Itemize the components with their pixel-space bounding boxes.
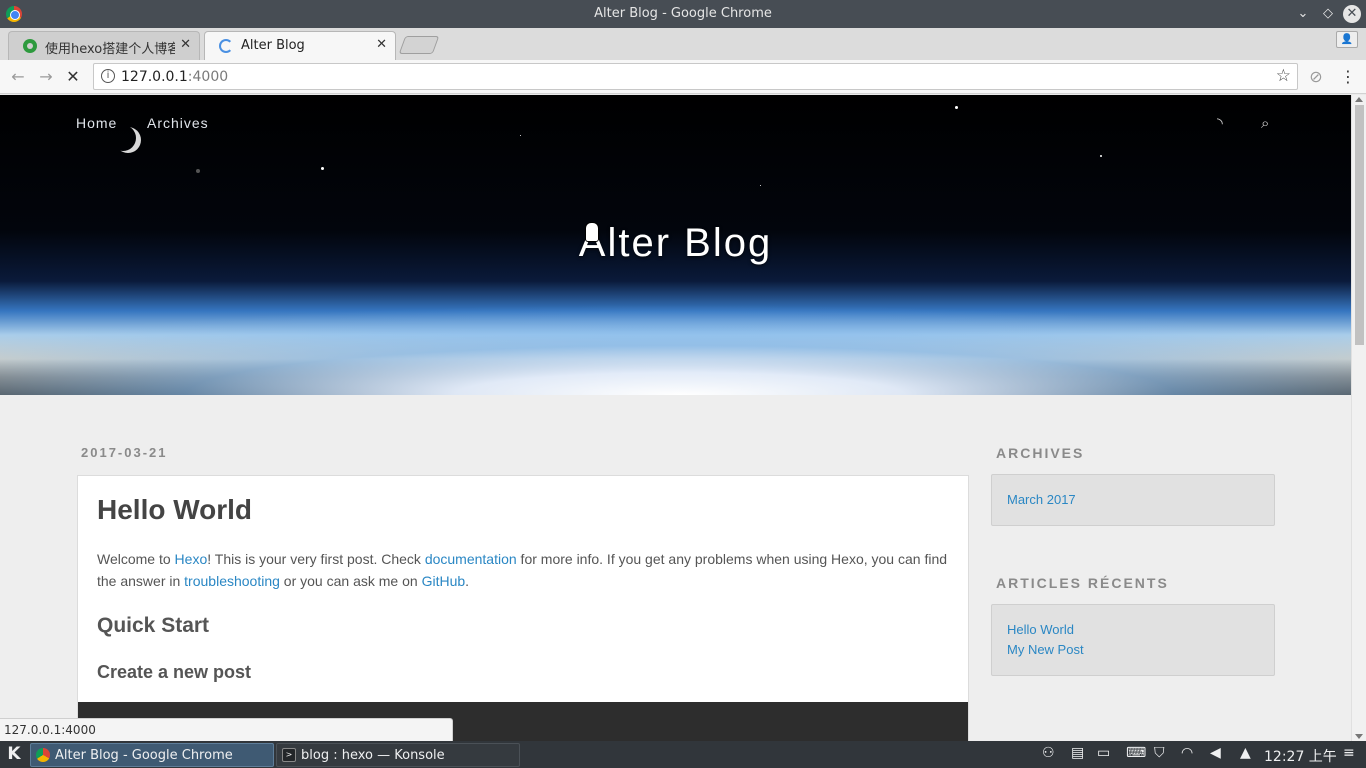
tab-close-icon[interactable]: ✕ [180,37,191,52]
window-title: Alter Blog - Google Chrome [594,6,772,21]
star-decoration [520,135,521,136]
star-decoration [760,185,761,186]
tray-expand-icon[interactable]: ▲ [1240,745,1251,761]
rss-icon[interactable]: ◝ [1217,114,1223,132]
github-link[interactable]: GitHub [422,573,466,589]
archives-widget-title: ARCHIVES [996,445,1085,461]
back-button[interactable]: ← [8,67,28,87]
panel-menu-icon[interactable]: ≡ [1343,745,1355,761]
scroll-up-arrow-icon[interactable] [1355,97,1363,102]
recent-articles-title: ARTICLES RÉCENTS [996,575,1169,591]
url-text: 127.0.0.1:4000 [121,69,229,85]
star-decoration [955,106,958,109]
forward-button[interactable]: → [36,67,56,87]
status-bubble: 127.0.0.1:4000 [0,718,453,741]
search-icon[interactable]: ⌕ [1261,114,1269,132]
page-scrollbar[interactable] [1351,95,1366,741]
tab-label: Alter Blog [241,38,305,53]
stop-loading-button[interactable]: ✕ [63,67,83,87]
task-chrome[interactable]: Alter Blog - Google Chrome [30,743,274,767]
post-article: Hello World Welcome to Hexo! This is you… [77,475,969,741]
wifi-icon[interactable]: ◠ [1181,745,1193,761]
browser-toolbar: ← → ✕ i 127.0.0.1:4000 ☆ ⊘ ⋮ [0,60,1366,94]
kde-launcher-icon[interactable]: K [2,743,26,766]
loading-spinner-icon [219,39,233,53]
hero-banner: Home Archives ◝ ⌕ Alter Blog [0,95,1351,395]
extension-icon[interactable]: ⊘ [1306,67,1326,87]
nav-archives-link[interactable]: Archives [147,115,209,131]
address-bar[interactable]: i 127.0.0.1:4000 ☆ [93,63,1298,90]
blog-title[interactable]: Alter Blog [0,221,1351,266]
recent-link-hello-world[interactable]: Hello World [1007,622,1074,637]
system-taskbar: K Alter Blog - Google Chrome > blog : he… [0,741,1366,768]
tab-hexo-blog[interactable]: 使用hexo搭建个人博客 ✕ [8,31,200,60]
task-label: blog : hexo — Konsole [301,748,445,763]
tab-strip: 使用hexo搭建个人博客 ✕ Alter Blog ✕ 👤 [0,28,1366,60]
bookmark-star-icon[interactable]: ☆ [1275,66,1291,86]
volume-icon[interactable]: ◀ [1210,745,1221,761]
task-konsole[interactable]: > blog : hexo — Konsole [276,743,520,767]
shield-icon[interactable]: ⛉ [1154,745,1165,761]
clipboard-icon[interactable]: ▤ [1071,745,1084,761]
task-label: Alter Blog - Google Chrome [55,748,233,763]
recent-link-my-new-post[interactable]: My New Post [1007,642,1084,657]
scrollbar-thumb[interactable] [1355,105,1364,345]
section-heading-quick-start: Quick Start [97,614,210,637]
clock[interactable]: 12:27 上午 [1264,746,1337,766]
terminal-icon: > [282,748,296,762]
menu-kebab-icon[interactable]: ⋮ [1338,67,1358,87]
chrome-icon [36,748,50,762]
tab-label: 使用hexo搭建个人博客 [45,42,175,57]
user-switch-icon[interactable]: ⚇ [1042,745,1055,761]
scroll-down-arrow-icon[interactable] [1355,734,1363,739]
nav-home-link[interactable]: Home [76,115,117,131]
close-window-button[interactable]: ✕ [1343,5,1361,23]
star-decoration [1100,155,1102,157]
recent-articles-widget: Hello World My New Post [991,604,1275,676]
hexo-link[interactable]: Hexo [175,551,208,567]
star-decoration [321,167,324,170]
post-title[interactable]: Hello World [97,494,252,526]
post-date[interactable]: 2017-03-21 [81,445,168,460]
profile-icon[interactable]: 👤 [1336,31,1358,48]
window-titlebar: Alter Blog - Google Chrome ⌄ ◇ ✕ [0,0,1366,28]
troubleshooting-link[interactable]: troubleshooting [184,573,280,589]
maximize-button[interactable]: ◇ [1319,5,1337,23]
archive-link-march-2017[interactable]: March 2017 [1007,492,1076,507]
hexo-icon [23,39,37,53]
site-info-icon[interactable]: i [101,69,115,83]
new-tab-button[interactable] [398,36,440,54]
star-decoration [196,169,200,173]
post-intro: Welcome to Hexo! This is your very first… [97,551,948,589]
minimize-button[interactable]: ⌄ [1294,5,1312,23]
archives-widget: March 2017 [991,474,1275,526]
tab-close-icon[interactable]: ✕ [376,37,387,52]
battery-icon[interactable]: ▭ [1097,745,1110,761]
keyboard-icon[interactable]: ⌨ [1126,745,1146,761]
hand-cursor [585,222,599,242]
page-viewport: Home Archives ◝ ⌕ Alter Blog 2017-03-21 … [0,95,1351,741]
section-heading-create-post: Create a new post [97,662,252,682]
tab-alter-blog[interactable]: Alter Blog ✕ [204,31,396,60]
documentation-link[interactable]: documentation [425,551,517,567]
